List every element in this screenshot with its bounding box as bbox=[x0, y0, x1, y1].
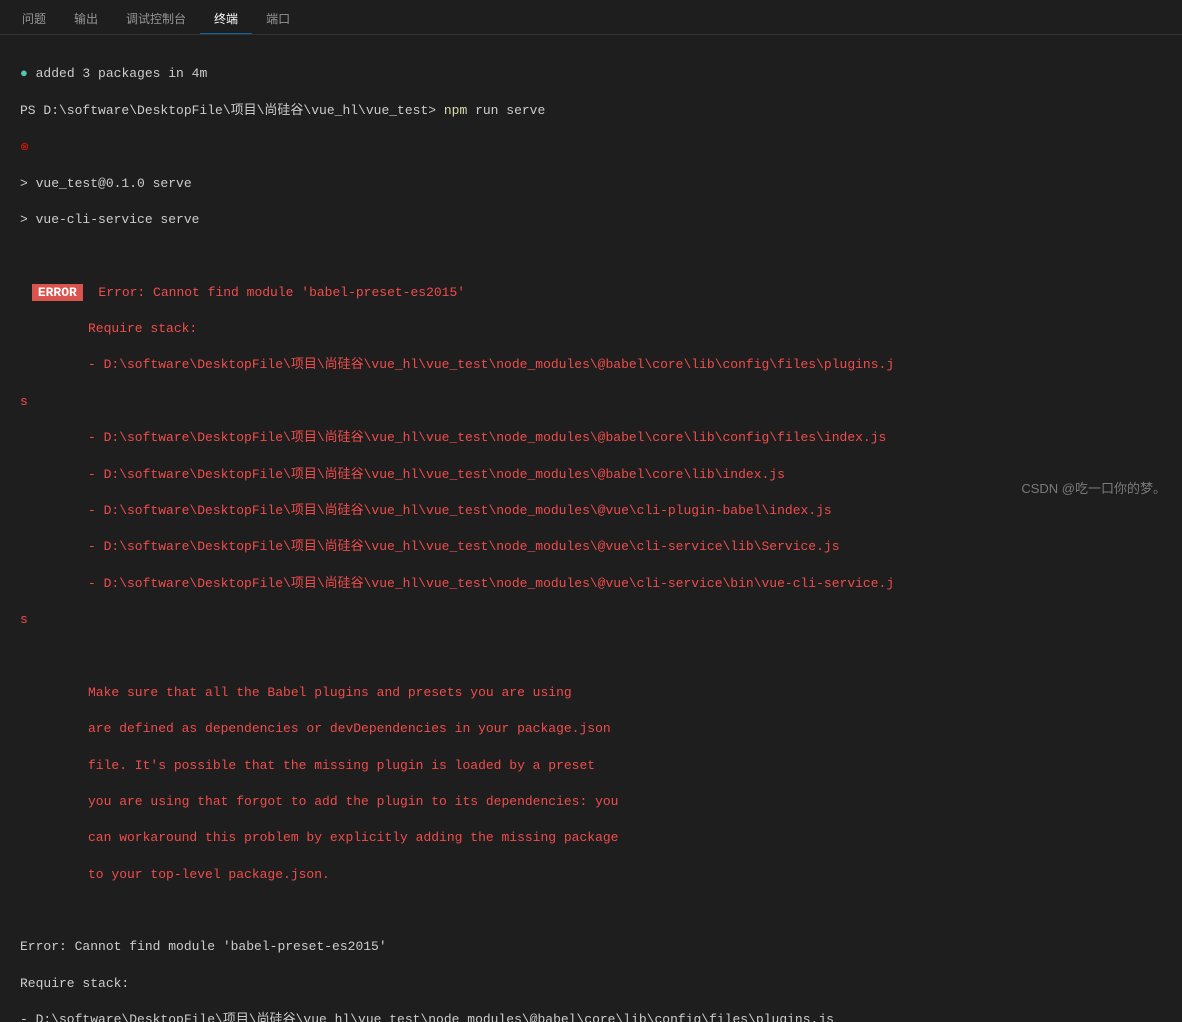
tab-problems[interactable]: 问题 bbox=[8, 6, 60, 34]
hint-line: to your top-level package.json. bbox=[20, 866, 1162, 884]
prompt-path: PS D:\software\DesktopFile\项目\尚硅谷\vue_hl… bbox=[20, 103, 444, 118]
plain-error-line: - D:\software\DesktopFile\项目\尚硅谷\vue_hl\… bbox=[20, 1011, 1162, 1022]
stack-line-wrap: s bbox=[20, 611, 1162, 629]
command-args: run serve bbox=[475, 103, 545, 118]
tab-debug-console[interactable]: 调试控制台 bbox=[112, 6, 200, 34]
watermark: CSDN @吃一口你的梦。 bbox=[1021, 478, 1166, 497]
script-line-1: > vue_test@0.1.0 serve bbox=[20, 175, 1162, 193]
terminal-output[interactable]: ● added 3 packages in 4m PS D:\software\… bbox=[0, 35, 1182, 1022]
hint-line: Make sure that all the Babel plugins and… bbox=[20, 684, 1162, 702]
stack-line: - D:\software\DesktopFile\项目\尚硅谷\vue_hl\… bbox=[20, 538, 1162, 556]
hint-line: you are using that forgot to add the plu… bbox=[20, 793, 1162, 811]
hint-line: can workaround this problem by explicitl… bbox=[20, 829, 1162, 847]
panel-tabs: 问题 输出 调试控制台 终端 端口 bbox=[0, 0, 1182, 35]
error-badge: ERROR bbox=[32, 284, 83, 301]
stack-line: - D:\software\DesktopFile\项目\尚硅谷\vue_hl\… bbox=[20, 356, 1162, 374]
script-line-2: > vue-cli-service serve bbox=[20, 211, 1162, 229]
hint-line: are defined as dependencies or devDepend… bbox=[20, 720, 1162, 738]
tab-terminal[interactable]: 终端 bbox=[200, 6, 252, 34]
command-npm: npm bbox=[444, 103, 475, 118]
tab-output[interactable]: 输出 bbox=[60, 6, 112, 34]
stack-line: - D:\software\DesktopFile\项目\尚硅谷\vue_hl\… bbox=[20, 466, 1162, 484]
require-stack-label: Require stack: bbox=[20, 320, 1162, 338]
error-message: Error: Cannot find module 'babel-preset-… bbox=[83, 285, 465, 300]
hint-line: file. It's possible that the missing plu… bbox=[20, 757, 1162, 775]
stack-line-wrap: s bbox=[20, 393, 1162, 411]
npm-install-result: added 3 packages in 4m bbox=[36, 66, 208, 81]
error-dot-icon: ⊗ bbox=[20, 142, 29, 154]
plain-error-line: Error: Cannot find module 'babel-preset-… bbox=[20, 938, 1162, 956]
bullet-icon: ● bbox=[20, 66, 28, 81]
stack-line: - D:\software\DesktopFile\项目\尚硅谷\vue_hl\… bbox=[20, 429, 1162, 447]
tab-ports[interactable]: 端口 bbox=[252, 6, 304, 34]
stack-line: - D:\software\DesktopFile\项目\尚硅谷\vue_hl\… bbox=[20, 575, 1162, 593]
plain-error-line: Require stack: bbox=[20, 975, 1162, 993]
